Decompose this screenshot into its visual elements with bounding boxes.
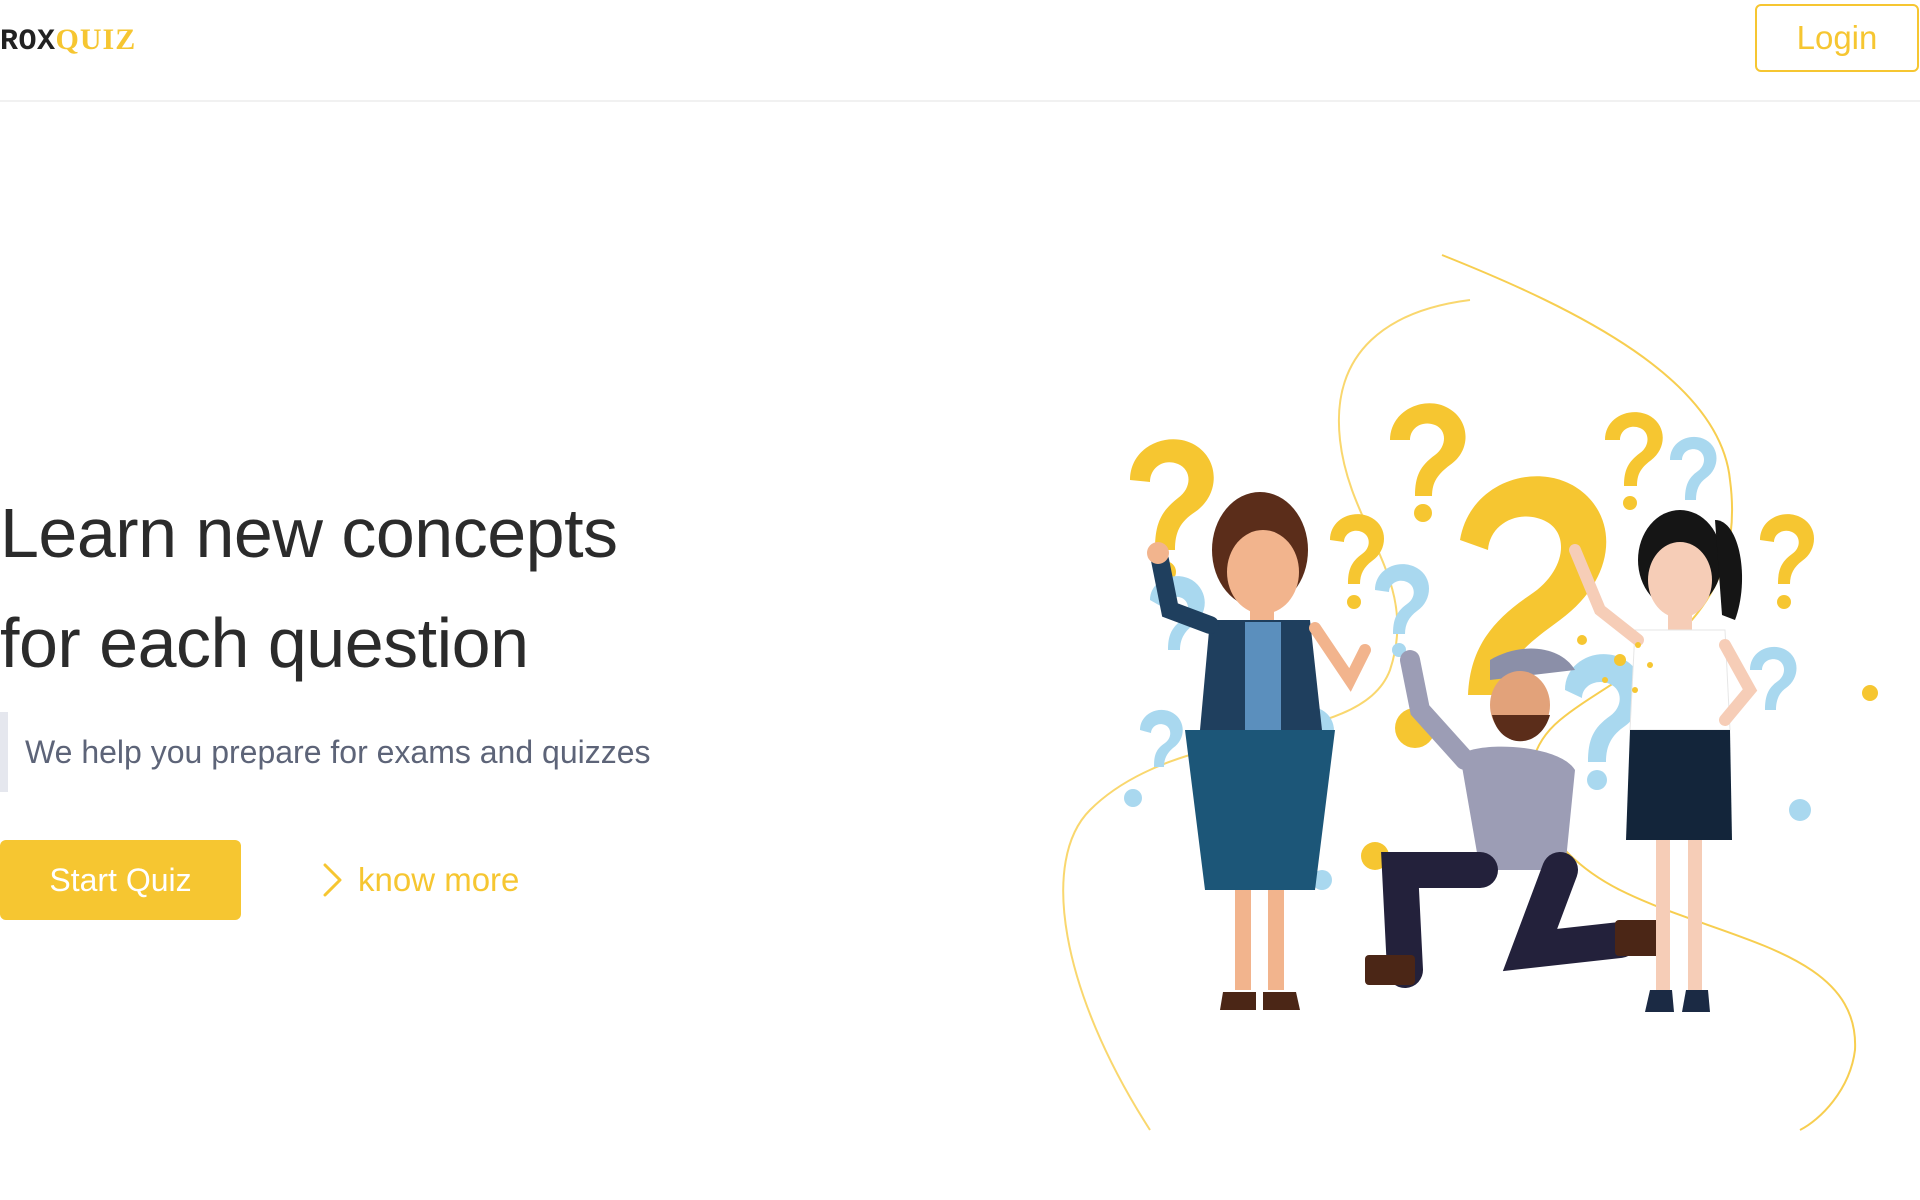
chevron-right-icon: [323, 863, 342, 897]
top-navbar: ROXQUIZ Login: [0, 0, 1920, 102]
login-button[interactable]: Login: [1755, 4, 1919, 72]
man-kneeling: [1365, 648, 1660, 988]
question-mark-people-illustration: [1062, 254, 1878, 1131]
hero-subtitle: We help you prepare for exams and quizze…: [25, 733, 651, 770]
brand-logo[interactable]: ROXQUIZ: [0, 20, 136, 62]
start-quiz-button[interactable]: Start Quiz: [0, 840, 241, 920]
logo-part-rox: ROX: [0, 25, 56, 59]
headline-line-1: Learn new concepts: [0, 494, 618, 572]
logo-part-quiz: QUIZ: [55, 23, 137, 56]
know-more-label: know more: [358, 861, 520, 898]
woman-left: [1147, 492, 1371, 1010]
know-more-link[interactable]: know more: [322, 860, 519, 900]
headline-line-2: for each question: [0, 604, 529, 682]
hero-subtitle-block: We help you prepare for exams and quizze…: [0, 712, 651, 792]
hero-headline: Learn new concepts for each question: [0, 478, 618, 698]
quote-bar: [0, 712, 8, 792]
